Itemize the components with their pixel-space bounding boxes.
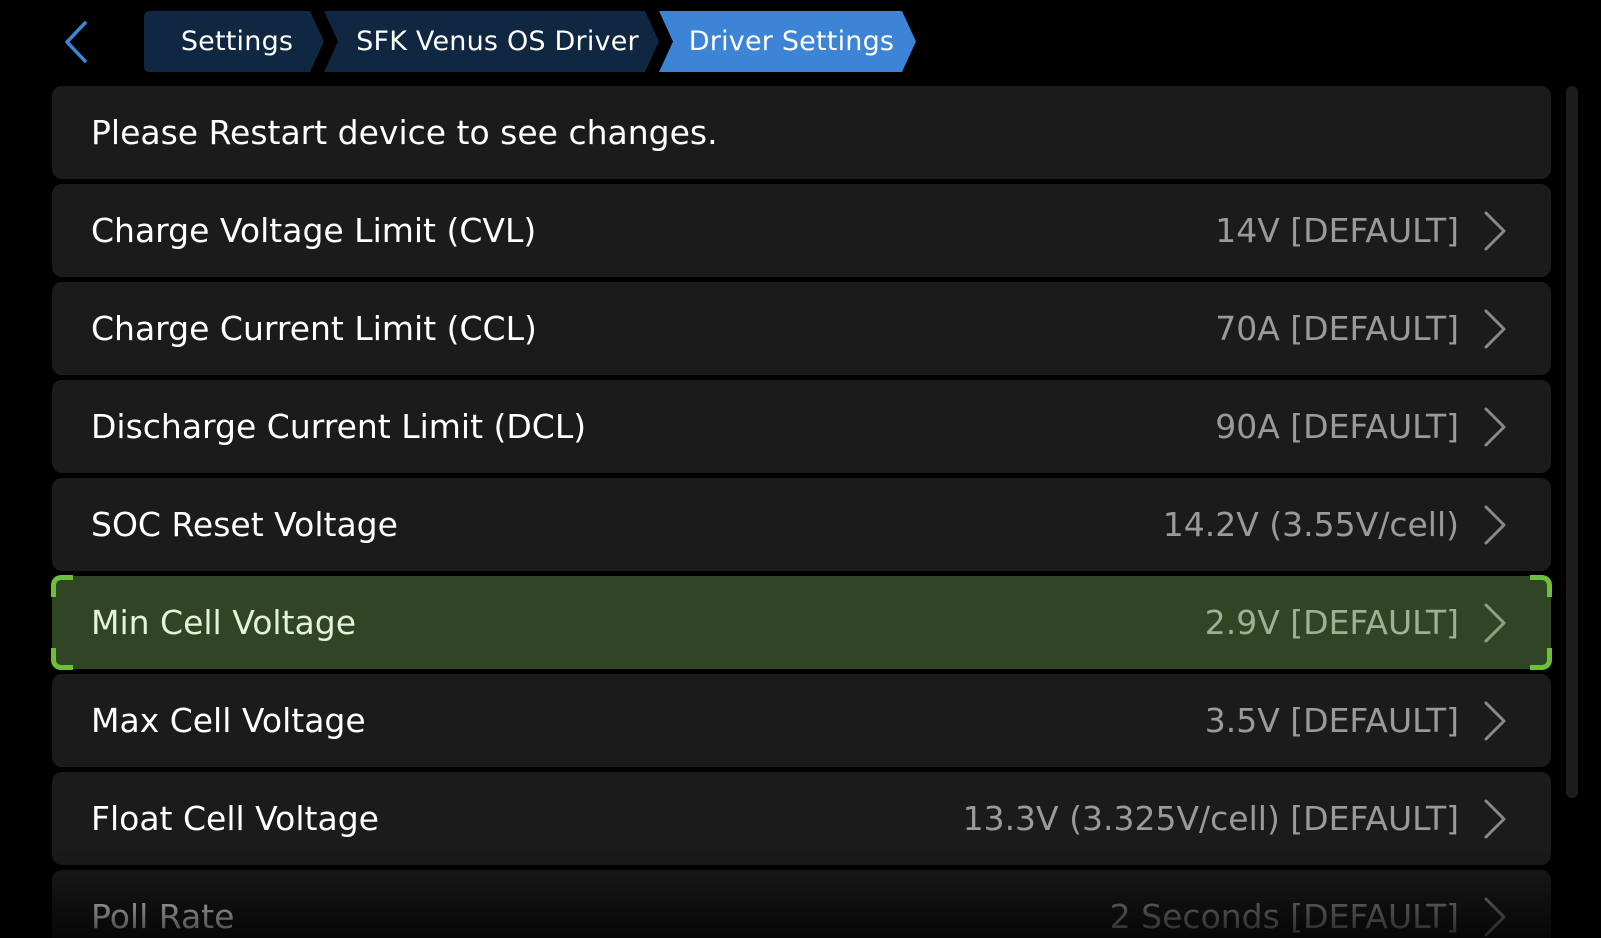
- setting-row-cvl[interactable]: Charge Voltage Limit (CVL) 14V [DEFAULT]: [52, 184, 1551, 277]
- setting-value: 2 Seconds [DEFAULT]: [1109, 897, 1459, 936]
- focus-corner: [1530, 648, 1552, 670]
- setting-value: 14.2V (3.55V/cell): [1162, 505, 1459, 544]
- setting-label: Charge Voltage Limit (CVL): [91, 211, 537, 250]
- setting-row-dcl[interactable]: Discharge Current Limit (DCL) 90A [DEFAU…: [52, 380, 1551, 473]
- back-button[interactable]: [56, 16, 96, 68]
- focus-corner: [1530, 575, 1552, 597]
- chevron-right-icon: [1484, 897, 1506, 936]
- setting-row-soc-reset-voltage[interactable]: SOC Reset Voltage 14.2V (3.55V/cell): [52, 478, 1551, 571]
- scrollbar[interactable]: [1566, 86, 1578, 798]
- setting-value: 3.5V [DEFAULT]: [1204, 701, 1459, 740]
- chevron-right-icon: [1484, 309, 1506, 348]
- setting-row-min-cell-voltage[interactable]: Min Cell Voltage 2.9V [DEFAULT]: [51, 575, 1552, 670]
- restart-notice-text: Please Restart device to see changes.: [91, 113, 718, 152]
- setting-label: SOC Reset Voltage: [91, 505, 398, 544]
- chevron-right-icon: [1484, 799, 1506, 838]
- chevron-right-icon: [1484, 407, 1506, 446]
- chevron-right-icon: [1484, 603, 1506, 642]
- breadcrumb-settings[interactable]: Settings: [144, 11, 324, 72]
- chevron-right-icon: [1484, 505, 1506, 544]
- restart-notice: Please Restart device to see changes.: [52, 86, 1551, 179]
- breadcrumb-sfk-venus-os-driver[interactable]: SFK Venus OS Driver: [324, 11, 659, 72]
- breadcrumb-label: SFK Venus OS Driver: [356, 26, 639, 57]
- driver-settings-page: Settings SFK Venus OS Driver Driver Sett…: [0, 0, 1601, 938]
- setting-value: 90A [DEFAULT]: [1215, 407, 1459, 446]
- setting-row-ccl[interactable]: Charge Current Limit (CCL) 70A [DEFAULT]: [52, 282, 1551, 375]
- breadcrumb-driver-settings[interactable]: Driver Settings: [659, 11, 916, 72]
- setting-row-poll-rate[interactable]: Poll Rate 2 Seconds [DEFAULT]: [52, 870, 1551, 938]
- breadcrumb-label: Settings: [180, 26, 294, 57]
- setting-label: Charge Current Limit (CCL): [91, 309, 537, 348]
- setting-label: Discharge Current Limit (DCL): [91, 407, 587, 446]
- setting-label: Float Cell Voltage: [91, 799, 379, 838]
- setting-row-float-cell-voltage[interactable]: Float Cell Voltage 13.3V (3.325V/cell) […: [52, 772, 1551, 865]
- chevron-right-icon: [1484, 211, 1506, 250]
- setting-value: 13.3V (3.325V/cell) [DEFAULT]: [962, 799, 1459, 838]
- setting-row-max-cell-voltage[interactable]: Max Cell Voltage 3.5V [DEFAULT]: [52, 674, 1551, 767]
- setting-label: Min Cell Voltage: [91, 603, 356, 642]
- setting-value: 2.9V [DEFAULT]: [1204, 603, 1459, 642]
- focus-corner: [51, 648, 73, 670]
- breadcrumb-label: Driver Settings: [688, 26, 895, 57]
- setting-value: 70A [DEFAULT]: [1215, 309, 1459, 348]
- setting-value: 14V [DEFAULT]: [1215, 211, 1459, 250]
- setting-label: Max Cell Voltage: [91, 701, 366, 740]
- chevron-right-icon: [1484, 701, 1506, 740]
- focus-corner: [51, 575, 73, 597]
- chevron-left-icon: [65, 21, 87, 63]
- setting-label: Poll Rate: [91, 897, 235, 936]
